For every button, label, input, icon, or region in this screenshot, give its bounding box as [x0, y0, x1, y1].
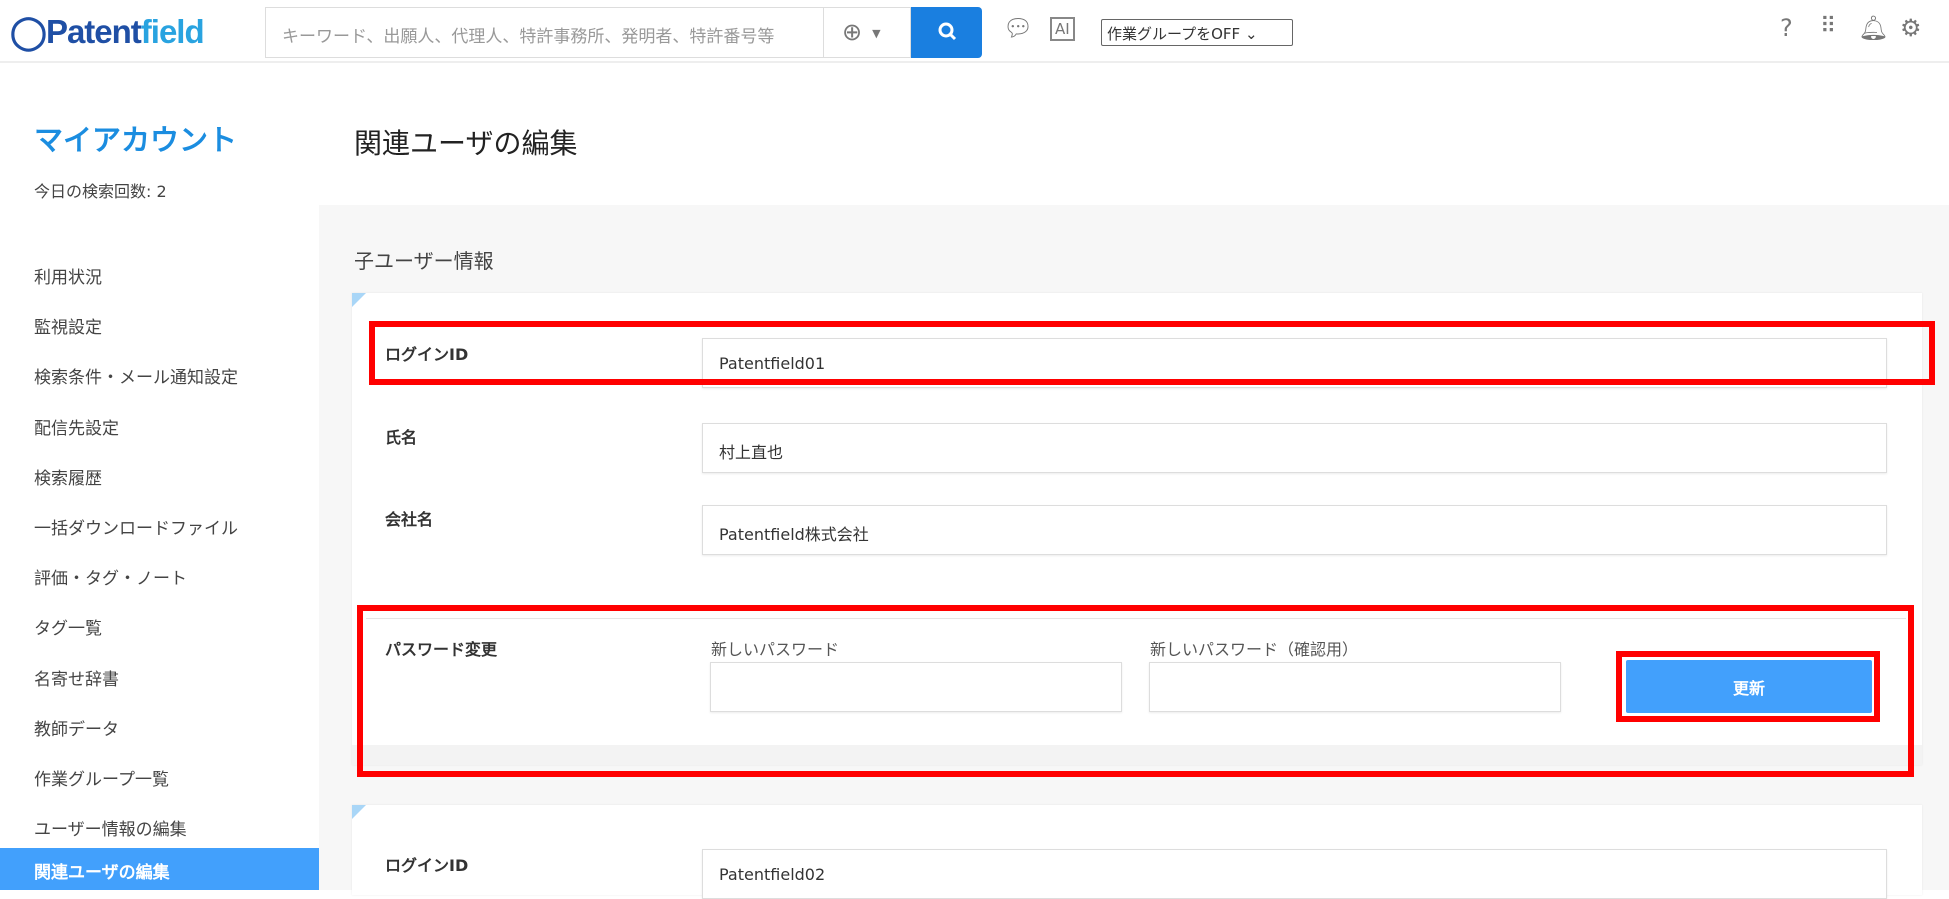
corner-marker [352, 805, 366, 819]
highlight-login-id [369, 321, 1935, 385]
highlight-update-button [1616, 651, 1880, 722]
work-group-select[interactable]: 作業グループをOFF ⌄ [1101, 19, 1293, 46]
company-label: 会社名 [385, 510, 434, 529]
sidebar-item[interactable]: 関連ユーザの編集 [0, 848, 319, 890]
user-card-2: ログインID Patentfield02 [352, 805, 1922, 899]
search-button[interactable] [911, 7, 982, 58]
name-input[interactable]: 村上直也 [702, 423, 1887, 473]
sidebar-item[interactable]: 一括ダウンロードファイル [0, 504, 319, 546]
corner-marker [352, 293, 366, 307]
sidebar-item[interactable]: 検索条件・メール通知設定 [0, 353, 319, 395]
sidebar-item[interactable]: 評価・タグ・ノート [0, 554, 319, 596]
sidebar-item[interactable]: 検索履歴 [0, 454, 319, 496]
search-count: 今日の検索回数: 2 [34, 182, 167, 201]
section-title: 子ユーザー情報 [354, 249, 494, 273]
page-title: 関連ユーザの編集 [354, 127, 578, 160]
login-id-input[interactable]: Patentfield02 [702, 849, 1887, 899]
sidebar-title: マイアカウント [34, 123, 238, 157]
language-dropdown[interactable]: ⊕ ▼ [823, 7, 911, 58]
chat-list-icon[interactable]: 💬︎ [1003, 14, 1033, 42]
sidebar-item[interactable]: 監視設定 [0, 303, 319, 345]
sidebar-item[interactable]: ユーザー情報の編集 [0, 805, 319, 847]
globe-icon: ⊕ [842, 18, 863, 46]
gear-icon[interactable]: ⚙ [1900, 14, 1922, 42]
name-label: 氏名 [385, 428, 418, 447]
sidebar-item[interactable]: 作業グループ一覧 [0, 755, 319, 797]
sidebar-item[interactable]: タグ一覧 [0, 604, 319, 646]
search-input[interactable]: キーワード、出願人、代理人、特許事務所、発明者、特許番号等 [265, 7, 823, 58]
company-input[interactable]: Patentfield株式会社 [702, 505, 1887, 555]
login-id-label: ログインID [385, 856, 469, 875]
work-group-value: 作業グループをOFF [1107, 25, 1241, 43]
sidebar-item[interactable]: 利用状況 [0, 253, 319, 295]
search-icon [938, 22, 956, 41]
sidebar-item[interactable]: 教師データ [0, 705, 319, 747]
apps-grid-icon[interactable]: ⠿ [1820, 14, 1836, 39]
sidebar: マイアカウント 今日の検索回数: 2 利用状況監視設定検索条件・メール通知設定配… [0, 65, 319, 890]
sidebar-item[interactable]: 配信先設定 [0, 404, 319, 446]
ai-button[interactable]: AI [1050, 17, 1075, 41]
bell-icon[interactable]: 🔔︎ [1858, 14, 1888, 42]
sidebar-item[interactable]: 名寄せ辞書 [0, 655, 319, 697]
caret-down-icon: ▼ [872, 26, 881, 40]
top-header: ◯Patentfield キーワード、出願人、代理人、特許事務所、発明者、特許番… [0, 0, 1949, 63]
patentfield-logo[interactable]: ◯Patentfield [10, 12, 205, 51]
help-icon[interactable]: ? [1780, 14, 1793, 42]
